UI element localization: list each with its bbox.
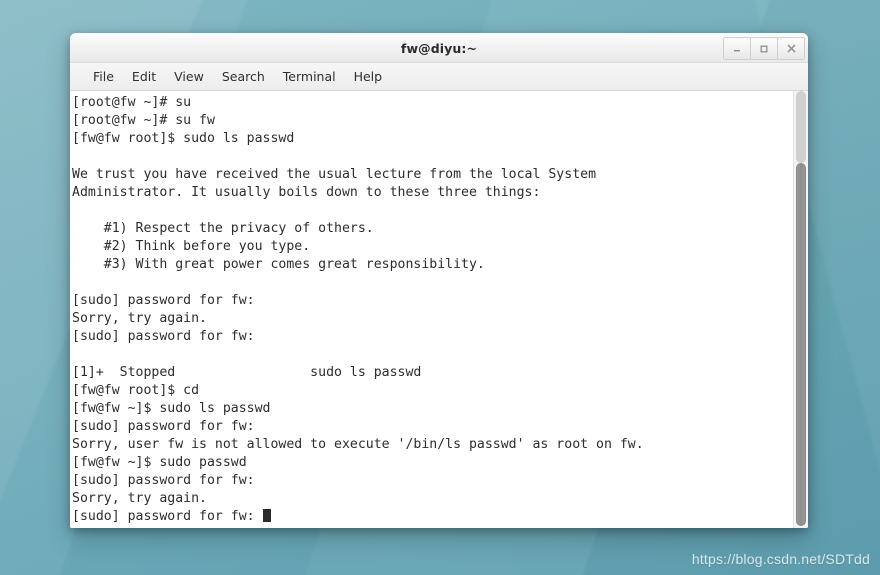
terminal-line: Sorry, user fw is not allowed to execute… <box>72 437 644 452</box>
menu-item-help[interactable]: Help <box>345 66 392 87</box>
menu-item-edit[interactable]: Edit <box>123 66 165 87</box>
terminal-body[interactable]: [root@fw ~]# su [root@fw ~]# su fw [fw@fw … <box>70 91 808 528</box>
watermark-url: https://blog.csdn.net/SDTdd <box>691 551 870 567</box>
minimize-button[interactable] <box>723 37 751 60</box>
terminal-line: [fw@fw ~]$ sudo passwd <box>72 455 247 470</box>
scrollbar-trough[interactable] <box>796 91 806 163</box>
close-button[interactable] <box>777 37 805 60</box>
terminal-line: [1]+ Stopped sudo ls passwd <box>72 365 422 380</box>
terminal-line: We trust you have received the usual lec… <box>72 167 597 182</box>
window-titlebar[interactable]: fw@diyu:~ <box>70 33 808 63</box>
terminal-line: Administrator. It usually boils down to … <box>72 185 541 200</box>
terminal-prompt-text: [sudo] password for fw: <box>72 509 263 524</box>
menu-bar: File Edit View Search Terminal Help <box>70 63 808 91</box>
terminal-line: [root@fw ~]# su <box>72 95 192 110</box>
scrollbar-thumb[interactable] <box>796 163 806 526</box>
terminal-line: Sorry, try again. <box>72 491 207 506</box>
window-controls <box>723 37 805 60</box>
terminal-line: [sudo] password for fw: <box>72 293 255 308</box>
terminal-line: [fw@fw root]$ cd <box>72 383 200 398</box>
terminal-line: [sudo] password for fw: <box>72 329 255 344</box>
terminal-line: [sudo] password for fw: <box>72 419 255 434</box>
terminal-line: [fw@fw ~]$ sudo ls passwd <box>72 401 271 416</box>
menu-item-view[interactable]: View <box>165 66 213 87</box>
maximize-icon <box>760 45 768 52</box>
maximize-button[interactable] <box>750 37 778 60</box>
minimize-icon <box>734 49 740 51</box>
terminal-window[interactable]: fw@diyu:~ File Edit View Search Terminal… <box>70 33 808 528</box>
menu-item-search[interactable]: Search <box>213 66 274 87</box>
terminal-line: [fw@fw root]$ sudo ls passwd <box>72 131 295 146</box>
terminal-prompt-line: [sudo] password for fw: <box>72 508 793 526</box>
terminal-output[interactable]: [root@fw ~]# su [root@fw ~]# su fw [fw@fw … <box>70 91 793 528</box>
terminal-line: [root@fw ~]# su fw <box>72 113 215 128</box>
close-icon <box>787 44 795 53</box>
terminal-line: [sudo] password for fw: <box>72 473 255 488</box>
window-title: fw@diyu:~ <box>400 40 478 56</box>
menu-item-file[interactable]: File <box>84 66 123 87</box>
terminal-line: #3) With great power comes great respons… <box>72 257 485 272</box>
terminal-cursor <box>262 509 271 522</box>
terminal-scrollbar[interactable] <box>793 91 808 528</box>
terminal-line: #1) Respect the privacy of others. <box>72 221 374 236</box>
terminal-line: Sorry, try again. <box>72 311 207 326</box>
menu-item-terminal[interactable]: Terminal <box>274 66 345 87</box>
terminal-line: #2) Think before you type. <box>72 239 311 254</box>
